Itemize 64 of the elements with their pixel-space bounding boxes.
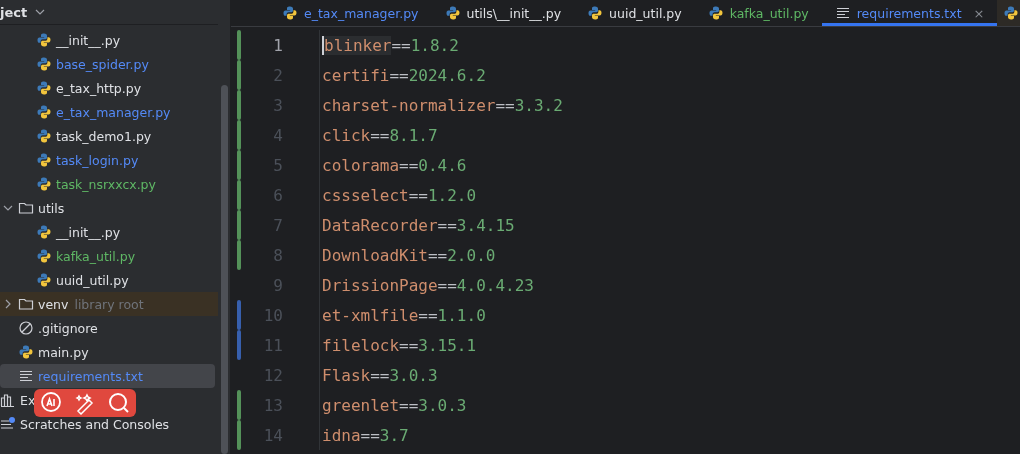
tree-item[interactable]: task_nsrxxcx.py (0, 172, 215, 196)
tree-item[interactable]: main.py (0, 340, 215, 364)
library-icon (0, 392, 16, 408)
code-line: charset-normalizer==3.3.2 (322, 95, 563, 115)
python-icon (36, 152, 52, 168)
tree-item[interactable]: e_tax_http.py (0, 76, 215, 100)
python-icon (36, 128, 52, 144)
code-line: blinker==1.8.2 (322, 35, 459, 55)
python-icon (36, 104, 52, 120)
tree-item[interactable]: __init__.py (0, 28, 215, 52)
python-icon (1003, 5, 1020, 21)
code-line: click==8.1.7 (322, 125, 438, 145)
scratches-icon (0, 416, 16, 432)
python-icon (36, 32, 52, 48)
code-line: colorama==0.4.6 (322, 155, 467, 175)
code-line: DownloadKit==2.0.0 (322, 245, 496, 265)
editor-tab[interactable]: utils\__init__.py (431, 0, 575, 26)
tree-item[interactable]: venv library root (0, 292, 218, 316)
python-icon (587, 5, 604, 21)
folder-icon (18, 200, 34, 216)
code-line: et-xmlfile==1.1.0 (322, 305, 486, 325)
scrollbar-thumb[interactable] (220, 85, 228, 454)
code-line: DrissionPage==4.0.4.23 (322, 275, 534, 295)
python-icon (36, 56, 52, 72)
python-icon (282, 5, 298, 21)
python-icon (444, 5, 461, 21)
code-line: Flask==3.0.3 (322, 365, 438, 385)
tree-item[interactable]: __init__.py (0, 220, 215, 244)
python-icon (36, 248, 52, 264)
python-icon (36, 80, 52, 96)
text-file-icon (834, 5, 851, 21)
ai-button[interactable] (39, 391, 63, 415)
folder-icon (18, 296, 34, 312)
python-icon (36, 272, 52, 288)
ignored-file-icon (18, 320, 34, 336)
code-line: DataRecorder==3.4.15 (322, 215, 515, 235)
search-button[interactable] (107, 391, 131, 415)
tree-item[interactable]: e_tax_manager.py (0, 100, 215, 124)
tree-item[interactable]: task_login.py (0, 148, 215, 172)
python-icon (36, 176, 52, 192)
chevron-down-icon[interactable] (35, 7, 46, 17)
code-line: cssselect==1.2.0 (322, 185, 477, 205)
text-file-icon (18, 368, 34, 384)
tree-item[interactable]: Ex (0, 388, 215, 412)
code-line: certifi==2024.6.2 (322, 65, 486, 85)
tree-item[interactable]: kafka_util.py (0, 244, 215, 268)
close-icon[interactable]: × (973, 5, 985, 21)
python-icon (707, 5, 724, 21)
tree-item[interactable]: base_spider.py (0, 52, 215, 76)
project-title[interactable]: ject (0, 4, 28, 20)
python-icon (36, 224, 52, 240)
code-line: idna==3.7 (322, 425, 409, 445)
tree-item[interactable]: Scratches and Consoles (0, 412, 215, 436)
tree-item[interactable]: uuid_util.py (0, 268, 215, 292)
editor-tab[interactable]: e_tax_manager.py (269, 0, 432, 26)
tree-item[interactable]: task_demo1.py (0, 124, 215, 148)
code-line: filelock==3.15.1 (322, 335, 477, 355)
tree-item[interactable]: utils (0, 196, 215, 220)
code-line: greenlet==3.0.3 (322, 395, 467, 415)
editor-tab[interactable]: uuid_util.py (574, 0, 695, 26)
python-icon (18, 344, 34, 360)
editor-tab[interactable]: kafka_util.py (694, 0, 822, 26)
line-number: 1 (272, 35, 284, 55)
tree-item[interactable]: .gitignore (0, 316, 215, 340)
